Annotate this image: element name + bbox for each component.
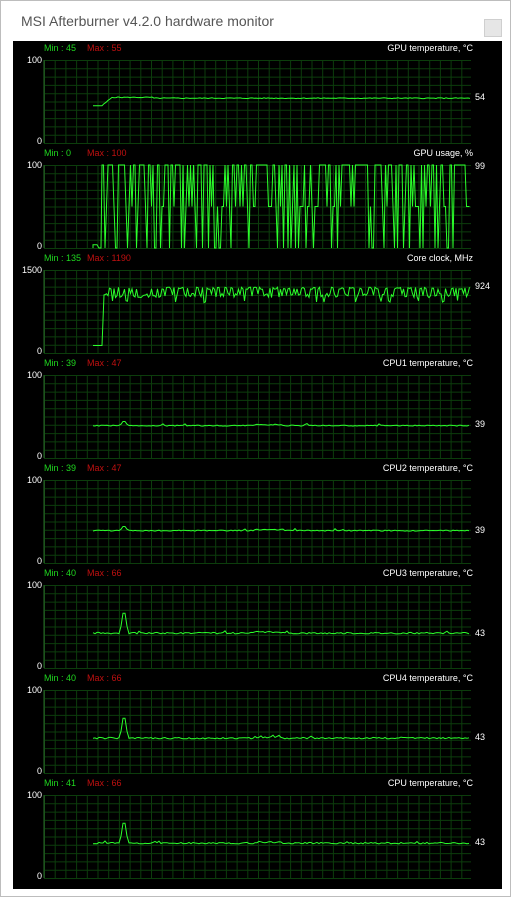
graph-max-label: Max : 100	[87, 148, 127, 158]
graph-plot	[43, 795, 471, 879]
graphs-panel[interactable]: Min : 45 Max : 55 GPU temperature, °C 100 0 5…	[13, 41, 502, 889]
graph-2[interactable]: Min : 0 Max : 100 GPU usage, % 100 0 99	[13, 146, 502, 251]
y-axis-max-label: 1500	[21, 265, 42, 275]
graph-min-label: Min : 39	[44, 463, 77, 473]
y-axis-min-label: 0	[36, 556, 42, 566]
close-icon[interactable]	[484, 19, 502, 37]
y-axis-min-label: 0	[36, 766, 42, 776]
graph-5[interactable]: Min : 39 Max : 47 CPU2 temperature, °C 100 0…	[13, 461, 502, 566]
graph-min-label: Min : 40	[44, 673, 77, 683]
graph-min-label: Min : 40	[44, 568, 77, 578]
y-axis-min-label: 0	[36, 346, 42, 356]
graph-max-label: Max : 47	[87, 358, 122, 368]
y-axis-max-label: 100	[26, 580, 42, 590]
y-axis-min-label: 0	[36, 871, 42, 881]
y-axis-min-label: 0	[36, 241, 42, 251]
plot-grid	[44, 690, 471, 774]
graph-plot	[43, 164, 471, 249]
graph-min-label: Min : 41	[44, 778, 77, 788]
graph-plot	[43, 585, 471, 669]
current-value: 39	[475, 419, 486, 430]
graph-plot	[43, 60, 471, 144]
graph-trace	[92, 612, 470, 635]
window-title: MSI Afterburner v4.2.0 hardware monitor	[21, 13, 274, 29]
plot-grid	[44, 375, 471, 459]
graph-name: CPU1 temperature, °C	[382, 358, 473, 368]
graph-4[interactable]: Min : 39 Max : 47 CPU1 temperature, °C 100 0…	[13, 356, 502, 461]
graph-trace	[93, 96, 471, 107]
graph-6[interactable]: Min : 40 Max : 66 CPU3 temperature, °C 100 0…	[13, 566, 502, 671]
graph-max-label: Max : 47	[87, 463, 122, 473]
y-axis-max-label: 100	[26, 160, 42, 170]
current-value: 99	[475, 161, 486, 171]
graph-plot	[43, 270, 471, 354]
graph-plot	[43, 375, 471, 459]
plot-grid	[44, 270, 471, 354]
graph-1[interactable]: Min : 45 Max : 55 GPU temperature, °C 100 0 5…	[13, 41, 502, 146]
plot-grid	[44, 165, 471, 249]
current-value: 39	[475, 524, 486, 535]
y-axis-max-label: 100	[26, 685, 42, 695]
graph-max-label: Max : 55	[87, 43, 122, 53]
current-value: 54	[475, 92, 486, 103]
graph-name: Core clock, MHz	[406, 253, 473, 263]
monitor-window: MSI Afterburner v4.2.0 hardware monitor …	[0, 0, 511, 897]
graph-name: CPU4 temperature, °C	[382, 673, 473, 683]
graph-min-label: Min : 39	[44, 358, 77, 368]
graph-name: CPU2 temperature, °C	[382, 463, 473, 473]
plot-grid	[44, 795, 471, 879]
y-axis-max-label: 100	[26, 475, 42, 485]
graph-trace	[92, 822, 470, 845]
graph-max-label: Max : 66	[87, 568, 122, 578]
graph-name: CPU temperature, °C	[387, 778, 473, 788]
graph-max-label: Max : 1190	[87, 253, 131, 263]
current-value: 43	[475, 837, 486, 848]
graph-max-label: Max : 66	[87, 673, 122, 683]
y-axis-max-label: 100	[26, 370, 42, 380]
graph-max-label: Max : 66	[87, 778, 122, 788]
graph-min-label: Min : 45	[44, 43, 77, 53]
y-axis-min-label: 0	[36, 136, 42, 146]
graph-plot	[43, 690, 471, 774]
graph-plot	[43, 480, 471, 564]
graph-name: CPU3 temperature, °C	[382, 568, 473, 578]
graph-min-label: Min : 135	[44, 253, 82, 263]
graph-name: GPU temperature, °C	[387, 43, 473, 53]
current-value: 43	[475, 627, 486, 638]
graph-7[interactable]: Min : 40 Max : 66 CPU4 temperature, °C 100 0…	[13, 671, 502, 776]
y-axis-max-label: 100	[26, 55, 42, 65]
plot-grid	[44, 480, 471, 564]
y-axis-min-label: 0	[36, 451, 42, 461]
y-axis-min-label: 0	[36, 661, 42, 671]
current-value: 924	[475, 281, 491, 292]
y-axis-max-label: 100	[26, 790, 42, 800]
graph-min-label: Min : 0	[44, 148, 72, 158]
graph-trace	[92, 717, 470, 740]
graph-8[interactable]: Min : 41 Max : 66 CPU temperature, °C 100 0 4…	[13, 776, 502, 881]
current-value: 43	[475, 731, 486, 742]
plot-grid	[44, 585, 471, 669]
plot-grid	[44, 60, 471, 144]
graph-name: GPU usage, %	[413, 148, 473, 158]
title-bar[interactable]: MSI Afterburner v4.2.0 hardware monitor	[1, 1, 510, 41]
graph-3[interactable]: Min : 135 Max : 1190 Core clock, MHz 1500 0 9…	[13, 251, 502, 356]
